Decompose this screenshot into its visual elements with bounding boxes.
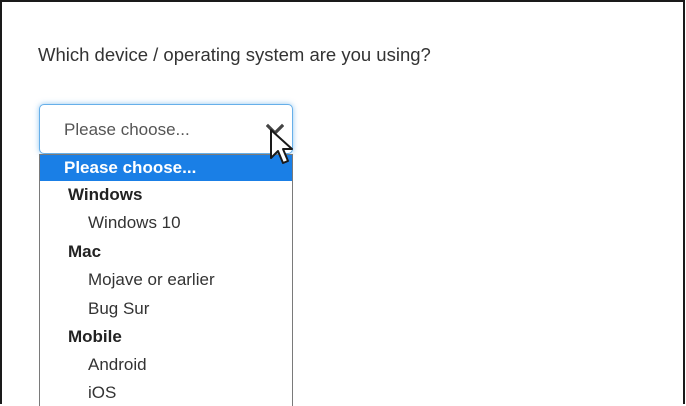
mouse-cursor-icon [270, 129, 293, 164]
option-please-choose[interactable]: Please choose... [40, 155, 292, 181]
option-ios[interactable]: iOS [40, 380, 292, 406]
option-windows-10[interactable]: Windows 10 [40, 210, 292, 236]
device-os-select[interactable]: Please choose... [39, 104, 293, 154]
option-android[interactable]: Android [40, 352, 292, 378]
question-label: Which device / operating system are you … [38, 44, 431, 65]
option-bug-sur[interactable]: Bug Sur [40, 296, 292, 322]
optgroup-windows: Windows [68, 185, 143, 204]
option-mojave-or-earlier[interactable]: Mojave or earlier [40, 267, 292, 293]
select-current-value: Please choose... [64, 120, 190, 139]
optgroup-mobile: Mobile [68, 327, 122, 346]
page-frame: Which device / operating system are you … [0, 0, 685, 406]
select-dropdown-list[interactable]: Please choose... Windows Windows 10 Mac … [39, 154, 293, 406]
optgroup-mac: Mac [68, 242, 102, 261]
